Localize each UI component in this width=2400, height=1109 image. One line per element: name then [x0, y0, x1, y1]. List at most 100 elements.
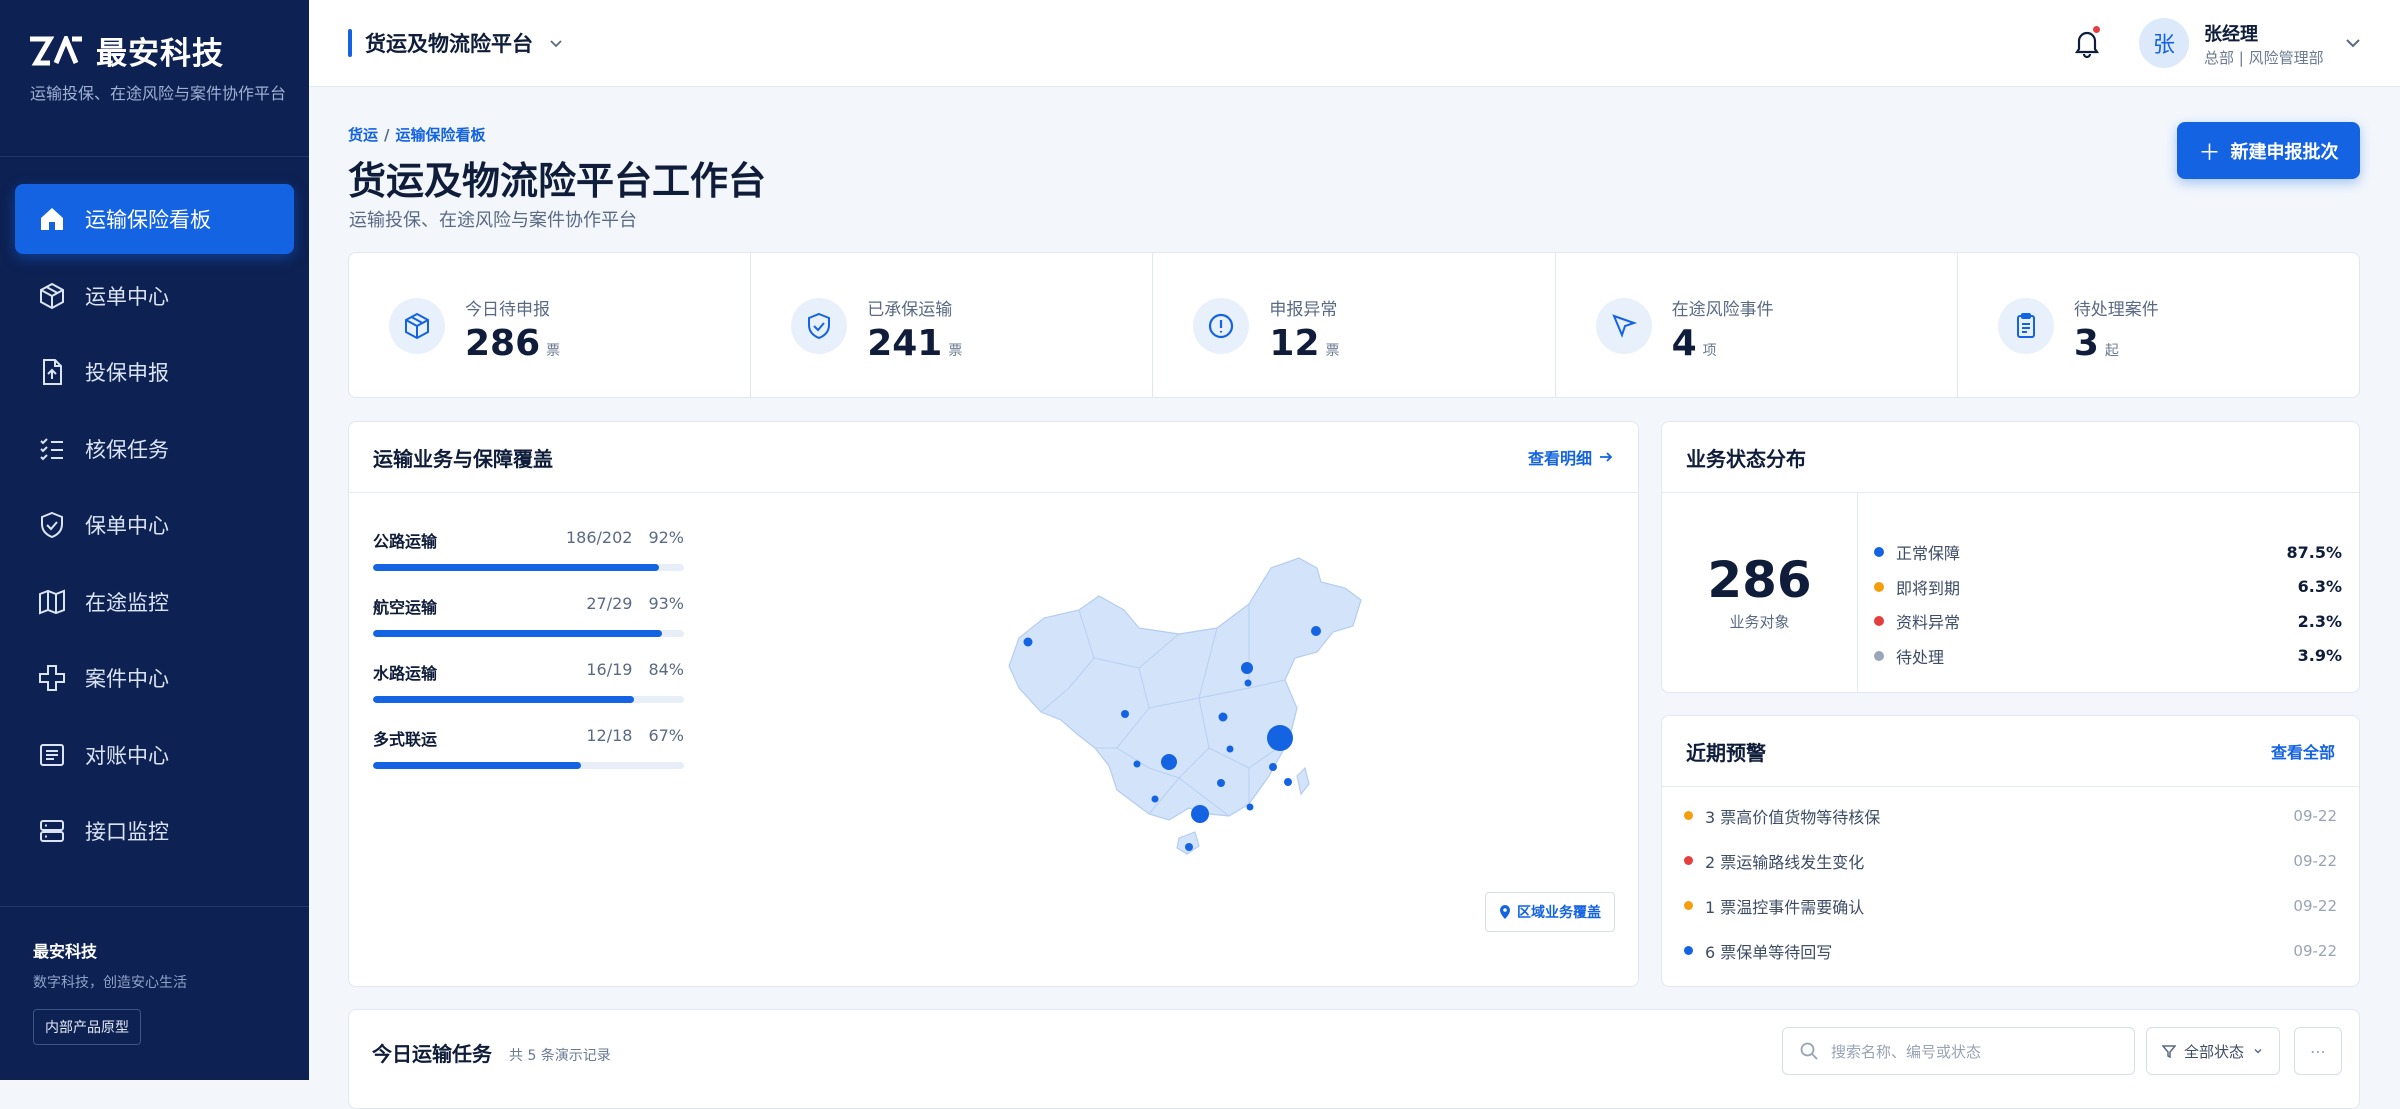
- breadcrumb-separator: /: [384, 126, 390, 144]
- region-coverage-button[interactable]: 区域业务覆盖: [1485, 892, 1615, 932]
- alert-item[interactable]: 6 票保单等待回写 09-22: [1684, 928, 2337, 973]
- search-input[interactable]: 搜索名称、编号或状态: [1782, 1027, 2135, 1075]
- sidebar-item-declaration[interactable]: 投保申报: [15, 337, 294, 407]
- alert-dot: [1684, 946, 1693, 955]
- progress-fill: [373, 630, 663, 637]
- alert-date: 09-22: [2293, 896, 2337, 915]
- sidebar-item-underwriting[interactable]: 核保任务: [15, 414, 294, 484]
- sidebar-item-label: 核保任务: [85, 437, 169, 462]
- page-subtitle: 运输投保、在途风险与案件协作平台: [349, 210, 637, 231]
- status-filter-select[interactable]: 全部状态: [2146, 1027, 2280, 1075]
- view-all-link[interactable]: 查看全部: [2271, 739, 2335, 763]
- coverage-ratio: 12/18: [586, 726, 633, 745]
- breadcrumb-item[interactable]: 运输保险看板: [396, 126, 486, 144]
- stats-strip: 今日待申报 286 票 已承保运输 241 票 申报异常 12 票 在途风险事件 4项…: [348, 252, 2360, 398]
- user-name[interactable]: 张经理: [2204, 20, 2258, 46]
- sidebar-item-monitoring[interactable]: 在途监控: [15, 567, 294, 637]
- record-count: 共 5 条演示记录: [509, 1048, 611, 1064]
- status-dot: [1874, 547, 1884, 558]
- chevron-down-icon: [2254, 1048, 2262, 1054]
- stat-unit: 起: [2104, 343, 2119, 359]
- progress-track: [373, 564, 684, 571]
- city-marker: [1284, 778, 1292, 786]
- card-header: 运输业务与保障覆盖 查看明细: [349, 422, 1638, 493]
- stat-label: 已承保运输: [867, 300, 953, 320]
- coverage-name: 公路运输: [373, 532, 438, 551]
- status-label: 资料异常: [1896, 613, 1961, 633]
- file-upload-icon: [43, 359, 62, 385]
- today-tasks-card: 今日运输任务 共 5 条演示记录 搜索名称、编号或状态 全部状态 ⋯: [348, 1009, 2360, 1109]
- stat-card[interactable]: 今日待申报 286 票: [349, 253, 752, 397]
- card-header: 业务状态分布: [1662, 422, 2359, 493]
- status-dot: [1874, 581, 1884, 592]
- alert-item[interactable]: 1 票温控事件需要确认 09-22: [1684, 883, 2337, 928]
- sidebar-item-label: 接口监控: [85, 820, 169, 844]
- more-button[interactable]: ⋯: [2294, 1027, 2342, 1075]
- platform-switcher[interactable]: 货运及物流险平台: [348, 28, 565, 58]
- medical-cross-icon: [39, 665, 65, 691]
- alert-dot: [1684, 856, 1693, 865]
- alert-dot: [1684, 811, 1693, 820]
- brand[interactable]: 最安科技: [28, 28, 224, 73]
- stat-icon-wrap: [791, 298, 848, 354]
- alert-circle-icon: [1209, 313, 1234, 339]
- sidebar-item-label: 运输保险看板: [85, 208, 211, 232]
- stat-icon-wrap: [1595, 298, 1652, 354]
- alert-item[interactable]: 3 票高价值货物等待核保 09-22: [1684, 793, 2337, 838]
- sidebar-item-reconciliation[interactable]: 对账中心: [15, 720, 294, 790]
- breadcrumb-item[interactable]: 货运: [348, 126, 378, 144]
- sidebar-item-waybills[interactable]: 运单中心: [15, 261, 294, 331]
- shield-check-icon: [808, 312, 831, 340]
- stat-label: 在途风险事件: [1671, 300, 1774, 320]
- alert-date: 09-22: [2293, 851, 2337, 870]
- status-dot: [1874, 616, 1884, 627]
- city-marker: [1244, 679, 1252, 687]
- alert-item[interactable]: 2 票运输路线发生变化 09-22: [1684, 838, 2337, 883]
- sidebar-item-label: 案件中心: [85, 667, 169, 691]
- alert-list: 3 票高价值货物等待核保 09-22 2 票运输路线发生变化 09-22 1 票温控…: [1662, 787, 2359, 973]
- city-marker: [1161, 754, 1177, 770]
- brand-logo-icon: [30, 35, 82, 65]
- sidebar-item-label: 运单中心: [85, 284, 169, 309]
- city-marker: [1311, 626, 1321, 636]
- stat-card[interactable]: 申报异常 12 票: [1153, 253, 1556, 397]
- avatar[interactable]: 张: [2139, 18, 2189, 68]
- view-details-link[interactable]: 查看明细: [1528, 445, 1614, 469]
- alert-dot: [1684, 901, 1693, 910]
- filter-icon: [2161, 1045, 2176, 1058]
- progress-track: [373, 762, 684, 769]
- sidebar-item-label: 对账中心: [85, 743, 169, 768]
- coverage-ratio: 186/202: [565, 528, 633, 547]
- stat-card[interactable]: 在途风险事件 4项: [1556, 253, 1958, 397]
- taiwan-island: [1296, 766, 1310, 796]
- box-icon: [405, 312, 429, 340]
- status-row: 正常保障 87.5%: [1874, 535, 2342, 570]
- notification-dot: [2093, 26, 2100, 33]
- stat-value: 3起: [2073, 323, 2119, 364]
- sidebar-item-policies[interactable]: 保单中心: [15, 490, 294, 560]
- stat-card[interactable]: 待处理案件 3起: [1958, 253, 2359, 397]
- status-row: 资料异常 2.3%: [1874, 604, 2342, 639]
- prototype-tag: 内部产品原型: [33, 1009, 141, 1045]
- sidebar-item-interfaces[interactable]: 接口监控: [15, 796, 294, 866]
- region-coverage-label: 区域业务覆盖: [1517, 905, 1601, 921]
- search-icon: [1800, 1042, 1818, 1060]
- stat-label: 今日待申报: [465, 300, 550, 320]
- china-coverage-map[interactable]: [949, 548, 1369, 888]
- city-marker: [1269, 763, 1277, 771]
- new-batch-button[interactable]: ＋ 新建申报批次: [2177, 122, 2360, 179]
- status-distribution-card: 业务状态分布 286 业务对象 正常保障 87.5% 即将到期 6.3% 资料异常 2…: [1661, 421, 2360, 693]
- coverage-card: 运输业务与保障覆盖 查看明细 公路运输 186/202 92% 航空运输 27/29 9…: [348, 421, 1639, 987]
- stat-card[interactable]: 已承保运输 241 票: [751, 253, 1154, 397]
- city-marker: [1241, 662, 1253, 674]
- chevron-down-icon[interactable]: [2342, 32, 2364, 54]
- city-marker: [1133, 760, 1141, 768]
- alert-date: 09-22: [2293, 806, 2337, 825]
- sidebar-item-dashboard[interactable]: 运输保险看板: [15, 184, 294, 254]
- sidebar-footer-title: 最安科技: [33, 942, 98, 961]
- card-title: 近期预警: [1686, 740, 1766, 765]
- coverage-bars: 公路运输 186/202 92% 航空运输 27/29 93% 水路运输 16/19 84%…: [373, 528, 684, 792]
- coverage-pct: 93%: [648, 594, 684, 613]
- sidebar-item-cases[interactable]: 案件中心: [15, 643, 294, 713]
- stat-unit: 项: [1702, 343, 1717, 359]
